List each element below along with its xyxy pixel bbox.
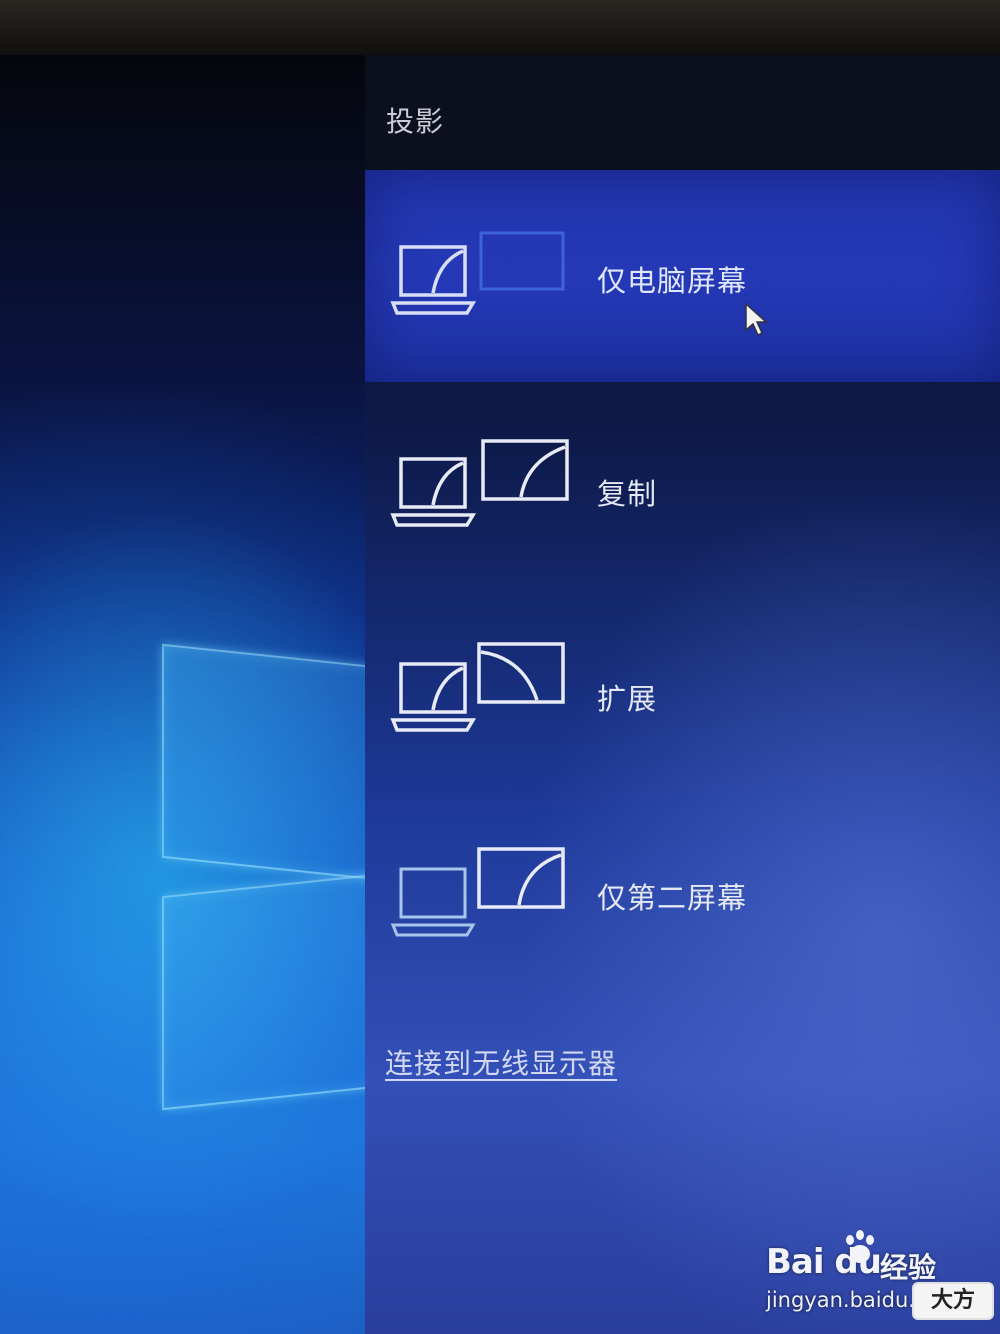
option-second-screen-only[interactable]: 仅第二屏幕	[365, 795, 1000, 995]
panel-title: 投影	[386, 105, 445, 138]
connect-wireless-display-link[interactable]: 连接到无线显示器	[385, 1042, 617, 1082]
panel-header	[365, 55, 1000, 170]
extend-icon	[390, 642, 565, 732]
watermark-badge: 大方	[912, 1282, 994, 1320]
option-pc-screen-only[interactable]: 仅电脑屏幕	[365, 170, 1000, 382]
windows-logo-pane	[162, 873, 376, 1111]
windows-logo-pane	[162, 643, 376, 881]
option-label: 仅电脑屏幕	[597, 264, 748, 298]
monitor-bezel	[0, 0, 1000, 62]
option-duplicate[interactable]: 复制	[365, 385, 1000, 585]
baidu-jingyan-watermark: Bai du 经验 jingyan.baidu.com 大方	[766, 1228, 994, 1328]
option-extend[interactable]: 扩展	[365, 590, 1000, 790]
duplicate-icon	[390, 439, 569, 527]
second-screen-only-icon	[390, 847, 565, 937]
mouse-cursor-icon	[745, 302, 768, 337]
option-label: 仅第二屏幕	[597, 881, 748, 915]
option-label: 扩展	[597, 682, 658, 716]
pc-screen-only-icon	[390, 231, 565, 315]
option-label: 复制	[597, 477, 658, 511]
paw-icon	[846, 1230, 874, 1263]
watermark-sub: 经验	[880, 1251, 937, 1284]
